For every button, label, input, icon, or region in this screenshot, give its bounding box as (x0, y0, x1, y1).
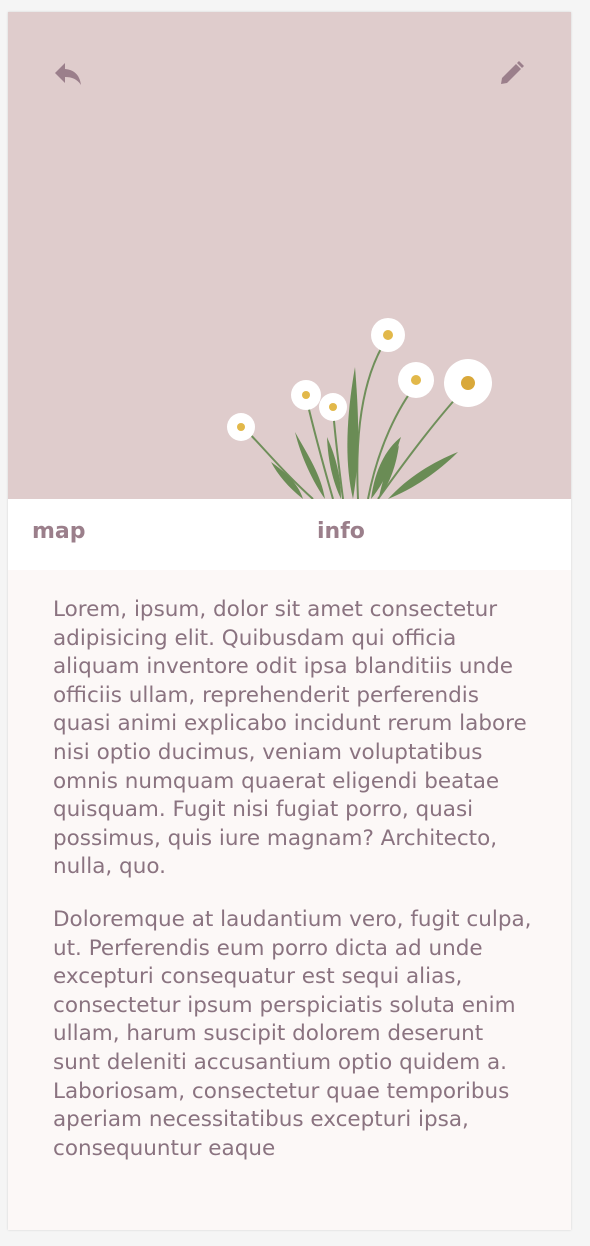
info-content: Lorem, ipsum, dolor sit amet consectetur… (53, 596, 533, 1187)
tab-bar: map info (8, 499, 571, 570)
paragraph: Doloremque at laudantium vero, fugit cul… (53, 906, 532, 1161)
pencil-icon (501, 61, 524, 84)
edit-button[interactable] (491, 54, 531, 94)
paragraph: Lorem, ipsum, dolor sit amet consectetur… (53, 597, 527, 880)
tab-info[interactable]: info (317, 519, 365, 544)
back-button[interactable] (48, 54, 88, 94)
tab-map[interactable]: map (32, 519, 86, 544)
daisy-flowers-illustration (227, 318, 492, 499)
app-screen: map info Lorem, ipsum, dolor sit amet co… (8, 12, 571, 1230)
hero-image (8, 12, 571, 499)
reply-arrow-icon (55, 63, 81, 85)
